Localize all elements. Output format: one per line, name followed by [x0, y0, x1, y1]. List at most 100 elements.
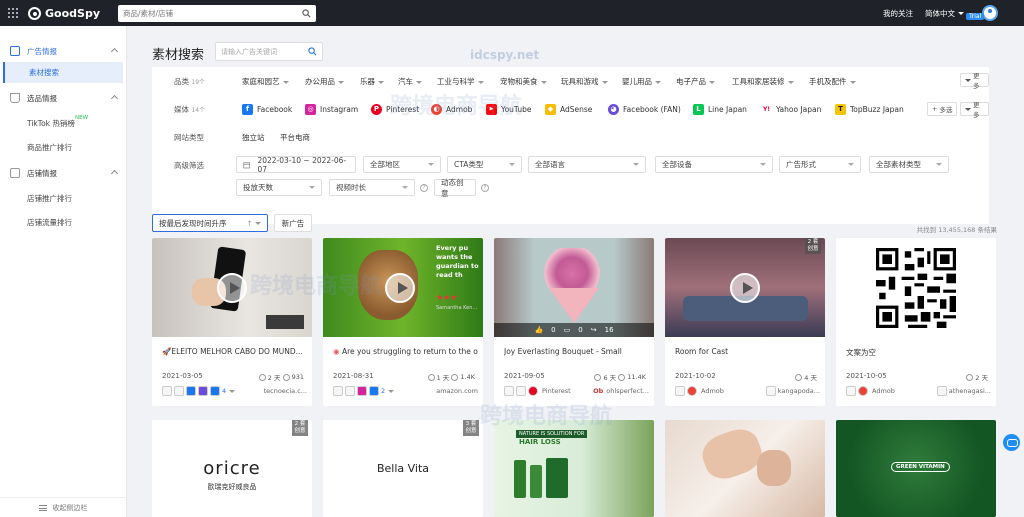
- media-youtube[interactable]: ▶ YouTube: [486, 104, 532, 115]
- ad-card[interactable]: GREEN VITAMIN: [836, 420, 996, 517]
- sidebar-group-label: 选品情报: [27, 93, 57, 103]
- media-yahoo-japan[interactable]: Y! Yahoo Japan: [761, 104, 821, 115]
- brand-logo[interactable]: GoodSpy: [28, 6, 100, 20]
- my-follow-link[interactable]: 我的关注: [883, 8, 913, 19]
- device-select[interactable]: 全部设备: [655, 156, 773, 173]
- ad-days-select[interactable]: 投放天数: [236, 179, 322, 196]
- main-content: 素材搜索 请输入广告关键词 品类 19个 家庭和园艺 办公用品 乐器 汽车 工业…: [127, 26, 1024, 517]
- sort-label: 按最后发现时间升序: [159, 218, 227, 228]
- ad-site[interactable]: amazon.com: [436, 387, 478, 395]
- site-type-independent[interactable]: 独立站: [242, 132, 265, 143]
- sidebar-group-store-intel[interactable]: 店铺情报: [0, 162, 126, 184]
- play-icon[interactable]: [217, 273, 247, 303]
- category-office[interactable]: 办公用品: [305, 76, 344, 87]
- category-home-garden[interactable]: 家庭和园艺: [242, 76, 289, 87]
- collapse-sidebar-button[interactable]: 收起侧边栏: [0, 497, 126, 517]
- ad-thumbnail[interactable]: 2 套 创意: [665, 238, 825, 337]
- sidebar-item-material-search[interactable]: 素材搜索: [3, 62, 123, 83]
- global-search-input[interactable]: 商品/素材/店铺: [117, 4, 316, 22]
- category-electronics[interactable]: 电子产品: [676, 76, 715, 87]
- language-select[interactable]: 简体中文: [925, 8, 964, 19]
- user-menu[interactable]: Trial: [966, 5, 998, 21]
- media-line-japan[interactable]: L Line Japan: [693, 104, 747, 115]
- ad-site[interactable]: kangapoda...: [778, 387, 820, 395]
- ad-site[interactable]: tecnoecia.c...: [264, 387, 307, 395]
- material-type-select[interactable]: 全部素材类型: [869, 156, 949, 173]
- facebook-fan-icon: [198, 386, 208, 396]
- ad-thumbnail[interactable]: NATURE IS SOLUTION FOR HAIR LOSS: [494, 420, 654, 517]
- category-pets-food[interactable]: 宠物和美食: [500, 76, 547, 87]
- category-phones[interactable]: 手机及配件: [809, 76, 856, 87]
- language-filter-select[interactable]: 全部语言: [528, 156, 646, 173]
- keyword-search-input[interactable]: 请输入广告关键词: [215, 42, 323, 61]
- video-length-select[interactable]: 视频时长: [329, 179, 415, 196]
- new-ads-filter[interactable]: 新广告: [274, 214, 312, 232]
- ad-thumbnail[interactable]: Every pu wants the guardian to read th ★…: [323, 238, 483, 337]
- media-topbuzz-japan[interactable]: T TopBuzz Japan: [835, 104, 904, 115]
- date-range-picker[interactable]: 2022-03-10 ~ 2022-06-07: [236, 156, 356, 174]
- ad-title[interactable]: ◉ Are you struggling to return to the of…: [333, 347, 478, 356]
- ad-thumbnail[interactable]: GREEN VITAMIN: [836, 420, 996, 517]
- ad-card[interactable]: 👍 0 ▭ 0 ↪ 16 Joy Everlasting Bouquet - Small …: [494, 238, 654, 406]
- search-icon[interactable]: [302, 8, 311, 18]
- category-more-button[interactable]: 更多: [960, 72, 989, 90]
- ad-card[interactable]: 2 套 创意 oricre 歐瑞克好威良品: [152, 420, 312, 517]
- sidebar-item-product-rank[interactable]: 商品推广排行: [0, 137, 126, 158]
- media-pinterest[interactable]: P Pinterest: [371, 104, 419, 115]
- ad-thumbnail[interactable]: [152, 238, 312, 337]
- sidebar-item-tiktok-hot[interactable]: TikTok 热销榜 NEW: [0, 113, 126, 134]
- ad-thumbnail[interactable]: 2 套 创意 oricre 歐瑞克好威良品: [152, 420, 312, 517]
- region-select[interactable]: 全部地区: [363, 156, 441, 173]
- ad-thumbnail[interactable]: 👍 0 ▭ 0 ↪ 16: [494, 238, 654, 337]
- ad-thumbnail[interactable]: [836, 238, 996, 337]
- category-baby[interactable]: 婴儿用品: [622, 76, 661, 87]
- category-tools-home[interactable]: 工具和家居装修: [732, 76, 794, 87]
- ad-format-select[interactable]: 广告形式: [779, 156, 861, 173]
- media-more-button[interactable]: 更多: [960, 101, 989, 119]
- ad-card[interactable]: 🚀ELEITO MELHOR CABO DO MUND... 2021-03-0…: [152, 238, 312, 406]
- media-adsense[interactable]: ◆ AdSense: [545, 104, 592, 115]
- category-toys[interactable]: 玩具和游戏: [561, 76, 608, 87]
- ad-title[interactable]: Joy Everlasting Bouquet - Small: [504, 347, 649, 356]
- ad-site[interactable]: ohlsperfect...: [606, 387, 649, 395]
- chevron-up-icon: [110, 169, 119, 178]
- site-type-platform[interactable]: 平台电商: [280, 132, 310, 143]
- ad-card[interactable]: 2 套 创意 Room for Cast 2021-10-02 4 天 Admo…: [665, 238, 825, 406]
- ad-card[interactable]: 文案为空 2021-10-05 2 天 Admob athenagasi...: [836, 238, 996, 406]
- category-industrial[interactable]: 工业与科学: [437, 76, 484, 87]
- sidebar-group-product-intel[interactable]: 选品情报: [0, 87, 126, 109]
- search-icon[interactable]: [308, 47, 317, 56]
- ad-site[interactable]: athenagasi...: [949, 387, 991, 395]
- site-logo-icon: [765, 386, 776, 396]
- apps-grid-icon[interactable]: [8, 8, 18, 18]
- media-admob[interactable]: ◐ Admob: [431, 104, 472, 115]
- sidebar-group-ad-intel[interactable]: 广告情报: [0, 40, 126, 62]
- help-icon[interactable]: ?: [481, 184, 489, 192]
- multi-select-button[interactable]: + 多选: [927, 102, 958, 116]
- media-instagram[interactable]: ◎ Instagram: [305, 104, 358, 115]
- ad-card[interactable]: 3 套 创意 Bella Vita: [323, 420, 483, 517]
- sort-select[interactable]: 按最后发现时间升序 ↑: [152, 214, 268, 232]
- sidebar-item-store-promo-rank[interactable]: 店铺推广排行: [0, 188, 126, 209]
- dynamic-creative-toggle[interactable]: 动态创意: [434, 178, 476, 198]
- ad-thumbnail[interactable]: 3 套 创意 Bella Vita: [323, 420, 483, 517]
- ad-card[interactable]: [665, 420, 825, 517]
- ad-title[interactable]: 文案为空: [846, 347, 991, 358]
- avatar[interactable]: [982, 5, 998, 21]
- menu-fold-icon: [38, 504, 47, 511]
- media-facebook[interactable]: f Facebook: [242, 104, 292, 115]
- cta-select[interactable]: CTA类型: [447, 156, 522, 173]
- ad-thumbnail[interactable]: [665, 420, 825, 517]
- category-auto[interactable]: 汽车: [398, 76, 422, 87]
- play-icon[interactable]: [730, 273, 760, 303]
- media-facebook-fan[interactable]: ◕ Facebook (FAN): [608, 104, 681, 115]
- play-icon[interactable]: [385, 273, 415, 303]
- sidebar-item-store-traffic-rank[interactable]: 店铺流量排行: [0, 212, 126, 233]
- category-instruments[interactable]: 乐器: [360, 76, 384, 87]
- chat-support-button[interactable]: [1003, 434, 1020, 451]
- ad-card[interactable]: NATURE IS SOLUTION FOR HAIR LOSS: [494, 420, 654, 517]
- ad-title[interactable]: Room for Cast: [675, 347, 820, 356]
- help-icon[interactable]: ?: [420, 184, 428, 192]
- ad-title[interactable]: 🚀ELEITO MELHOR CABO DO MUND...: [162, 347, 307, 356]
- ad-card[interactable]: Every pu wants the guardian to read th ★…: [323, 238, 483, 406]
